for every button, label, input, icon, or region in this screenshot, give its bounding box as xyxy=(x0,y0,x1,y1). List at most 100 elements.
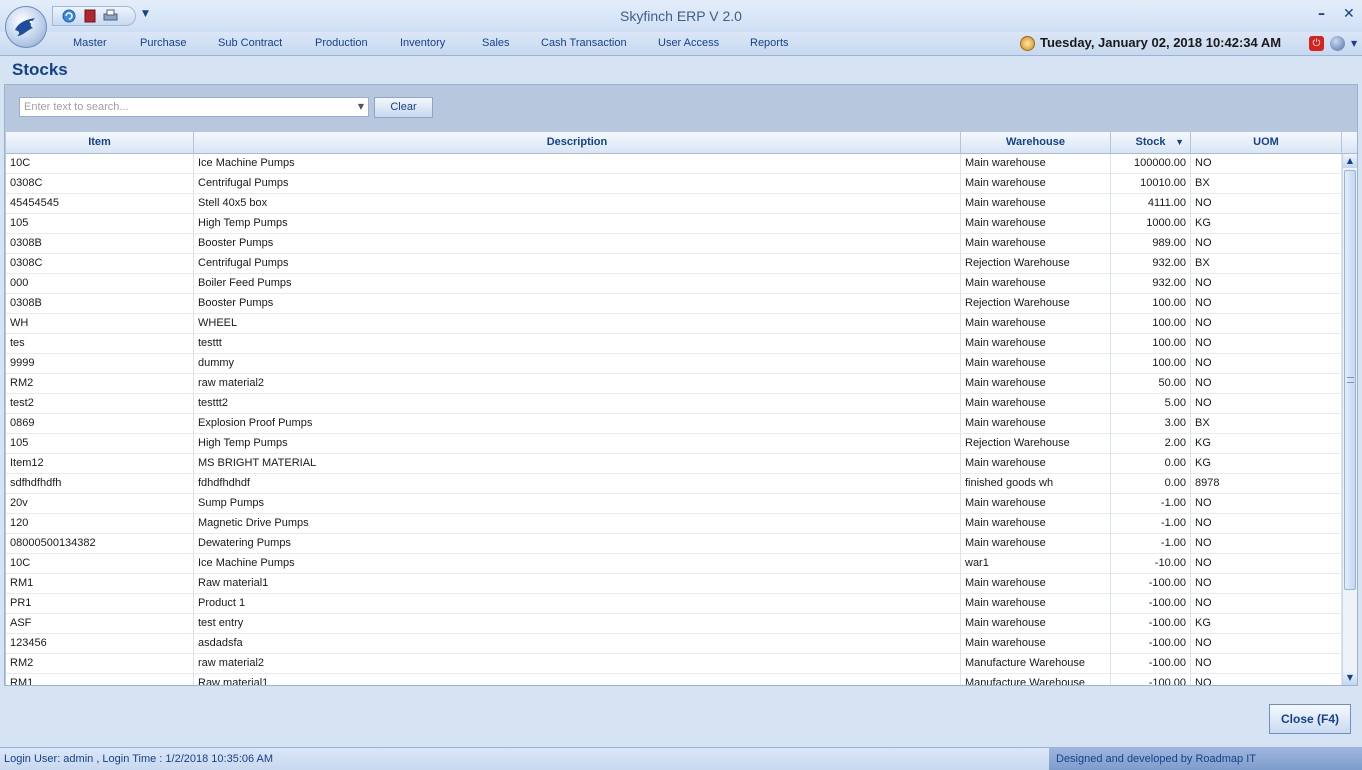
column-header-warehouse[interactable]: Warehouse xyxy=(961,132,1111,154)
cell-description: Booster Pumps xyxy=(194,234,961,254)
cell-description: WHEEL xyxy=(194,314,961,334)
grip-icon xyxy=(1347,377,1354,383)
cell-stock: 5.00 xyxy=(1111,394,1191,414)
cell-item: RM2 xyxy=(6,654,194,674)
menu-production[interactable]: Production xyxy=(315,37,368,49)
table-row[interactable]: RM2 raw material2 Manufacture Warehouse -10… xyxy=(6,654,1342,674)
cell-uom: NO xyxy=(1191,594,1342,614)
table-row[interactable]: 105 High Temp Pumps Main warehouse 1000.00 K… xyxy=(6,214,1342,234)
minimize-button[interactable]: – xyxy=(1318,6,1325,22)
clear-button[interactable]: Clear xyxy=(374,97,433,118)
grid-rows: 10C Ice Machine Pumps Main warehouse 100000… xyxy=(6,154,1342,685)
cell-item: 0869 xyxy=(6,414,194,434)
cell-warehouse: Main warehouse xyxy=(961,494,1111,514)
scrollbar-thumb[interactable] xyxy=(1344,170,1356,590)
cell-uom: NO xyxy=(1191,374,1342,394)
cell-item: 0308C xyxy=(6,174,194,194)
cell-uom: NO xyxy=(1191,654,1342,674)
cell-stock: 0.00 xyxy=(1111,454,1191,474)
table-row[interactable]: 120 Magnetic Drive Pumps Main warehouse -1.… xyxy=(6,514,1342,534)
cell-stock: 100.00 xyxy=(1111,314,1191,334)
cell-warehouse: Rejection Warehouse xyxy=(961,294,1111,314)
power-icon[interactable]: ⏻ xyxy=(1309,36,1324,51)
cell-item: 0308C xyxy=(6,254,194,274)
cell-warehouse: Main warehouse xyxy=(961,594,1111,614)
menu-sales[interactable]: Sales xyxy=(482,37,510,49)
cell-warehouse: Main warehouse xyxy=(961,154,1111,174)
table-row[interactable]: RM1 Raw material1 Main warehouse -100.00 NO xyxy=(6,574,1342,594)
table-row[interactable]: PR1 Product 1 Main warehouse -100.00 NO xyxy=(6,594,1342,614)
cell-uom: NO xyxy=(1191,274,1342,294)
column-header-description[interactable]: Description xyxy=(194,132,961,154)
menu-inventory[interactable]: Inventory xyxy=(400,37,445,49)
menu-sub-contract[interactable]: Sub Contract xyxy=(218,37,282,49)
cell-uom: NO xyxy=(1191,634,1342,654)
cell-warehouse: Main warehouse xyxy=(961,614,1111,634)
table-row[interactable]: ASF test entry Main warehouse -100.00 KG xyxy=(6,614,1342,634)
sort-descending-icon: ▼ xyxy=(1175,137,1184,147)
table-row[interactable]: RM2 raw material2 Main warehouse 50.00 NO xyxy=(6,374,1342,394)
cell-stock: -100.00 xyxy=(1111,654,1191,674)
search-combobox[interactable]: ▼ xyxy=(19,97,369,117)
cell-item: 20v xyxy=(6,494,194,514)
menu-user-access[interactable]: User Access xyxy=(658,37,719,49)
table-row[interactable]: 08000500134382 Dewatering Pumps Main wareh… xyxy=(6,534,1342,554)
vertical-scrollbar[interactable]: ▲ ▼ xyxy=(1342,154,1357,685)
cell-stock: 4111.00 xyxy=(1111,194,1191,214)
table-row[interactable]: 0308C Centrifugal Pumps Rejection Warehous… xyxy=(6,254,1342,274)
column-header-item[interactable]: Item xyxy=(6,132,194,154)
table-row[interactable]: 0869 Explosion Proof Pumps Main warehouse 3… xyxy=(6,414,1342,434)
chevron-down-icon[interactable]: ▼ xyxy=(358,102,364,111)
close-f4-button[interactable]: Close (F4) xyxy=(1269,704,1351,734)
table-row[interactable]: sdfhdfhdfh fdhdfhdhdf finished goods wh 0.0… xyxy=(6,474,1342,494)
table-row[interactable]: 45454545 Stell 40x5 box Main warehouse 4111… xyxy=(6,194,1342,214)
cell-stock: 100000.00 xyxy=(1111,154,1191,174)
table-row[interactable]: 10C Ice Machine Pumps Main warehouse 100000… xyxy=(6,154,1342,174)
cell-item: 9999 xyxy=(6,354,194,374)
menu-master[interactable]: Master xyxy=(73,37,107,49)
table-row[interactable]: Item12 MS BRIGHT MATERIAL Main warehouse 0.… xyxy=(6,454,1342,474)
table-row[interactable]: 105 High Temp Pumps Rejection Warehouse 2.0… xyxy=(6,434,1342,454)
menu-purchase[interactable]: Purchase xyxy=(140,37,186,49)
help-orb-icon[interactable] xyxy=(1330,36,1345,51)
cell-description: Booster Pumps xyxy=(194,294,961,314)
cell-warehouse: Main warehouse xyxy=(961,574,1111,594)
close-window-button[interactable]: ✕ xyxy=(1343,6,1355,22)
table-row[interactable]: WH WHEEL Main warehouse 100.00 NO xyxy=(6,314,1342,334)
cell-description: Ice Machine Pumps xyxy=(194,554,961,574)
table-row[interactable]: 0308C Centrifugal Pumps Main warehouse 1001… xyxy=(6,174,1342,194)
cell-uom: NO xyxy=(1191,514,1342,534)
cell-description: Boiler Feed Pumps xyxy=(194,274,961,294)
table-row[interactable]: RM1 Raw material1 Manufacture Warehouse -10… xyxy=(6,674,1342,685)
cell-description: Stell 40x5 box xyxy=(194,194,961,214)
table-row[interactable]: 20v Sump Pumps Main warehouse -1.00 NO xyxy=(6,494,1342,514)
cell-warehouse: Main warehouse xyxy=(961,394,1111,414)
table-row[interactable]: tes testtt Main warehouse 100.00 NO xyxy=(6,334,1342,354)
scroll-down-icon[interactable]: ▼ xyxy=(1343,671,1357,685)
table-row[interactable]: 0308B Booster Pumps Main warehouse 989.00 NO xyxy=(6,234,1342,254)
cell-warehouse: Manufacture Warehouse xyxy=(961,674,1111,685)
table-row[interactable]: 000 Boiler Feed Pumps Main warehouse 932.00… xyxy=(6,274,1342,294)
column-header-uom[interactable]: UOM xyxy=(1191,132,1342,154)
cell-warehouse: Manufacture Warehouse xyxy=(961,654,1111,674)
cell-uom: BX xyxy=(1191,254,1342,274)
table-row[interactable]: 9999 dummy Main warehouse 100.00 NO xyxy=(6,354,1342,374)
scroll-up-icon[interactable]: ▲ xyxy=(1343,154,1357,168)
bird-logo-icon[interactable] xyxy=(5,6,47,48)
credits: Designed and developed by Roadmap IT Sol… xyxy=(1049,748,1362,770)
menu-bar: Master Purchase Sub Contract Production … xyxy=(0,32,1362,56)
menu-reports[interactable]: Reports xyxy=(750,37,789,49)
menu-cash-transaction[interactable]: Cash Transaction xyxy=(541,37,627,49)
clock-icon xyxy=(1020,36,1035,51)
column-header-stock[interactable]: Stock ▼ xyxy=(1111,132,1191,154)
table-row[interactable]: 10C Ice Machine Pumps war1 -10.00 NO xyxy=(6,554,1342,574)
table-row[interactable]: 0308B Booster Pumps Rejection Warehouse 100… xyxy=(6,294,1342,314)
cell-stock: -1.00 xyxy=(1111,514,1191,534)
help-dropdown-icon[interactable]: ▼ xyxy=(1351,39,1357,48)
cell-uom: NO xyxy=(1191,554,1342,574)
search-input[interactable] xyxy=(24,101,344,113)
cell-warehouse: Main warehouse xyxy=(961,194,1111,214)
table-row[interactable]: 123456 asdadsfa Main warehouse -100.00 NO xyxy=(6,634,1342,654)
cell-description: Raw material1 xyxy=(194,674,961,685)
table-row[interactable]: test2 testtt2 Main warehouse 5.00 NO xyxy=(6,394,1342,414)
